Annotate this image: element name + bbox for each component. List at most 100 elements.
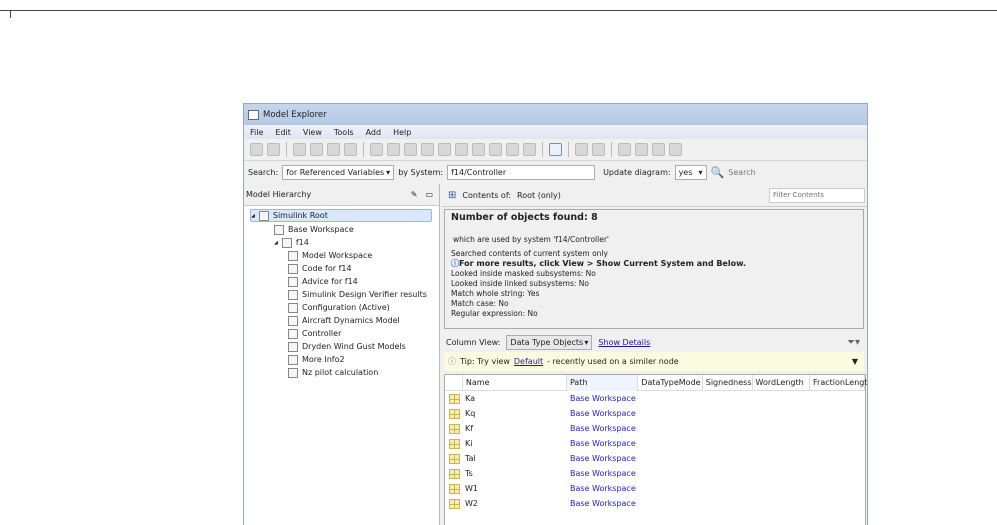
toolbar-button-icon[interactable] [506,143,519,156]
update-diagram-label: Update diagram: [603,167,671,177]
table-row[interactable]: Ts Base Workspace [445,466,865,481]
search-icon[interactable]: 🔍 [711,166,725,179]
tree-item-configuration-active-[interactable]: Configuration (Active) [288,301,390,314]
toolbar-button-icon[interactable] [652,143,665,156]
row-path[interactable]: Base Workspace [570,409,636,418]
hierarchy-icon: ⊞ [448,189,457,201]
toolbar-button-icon[interactable] [455,143,468,156]
system-input[interactable]: f14/Controller [447,164,596,180]
column-header-path[interactable]: Path [566,374,639,391]
toolbar-button-icon[interactable] [549,143,562,156]
table-row[interactable]: Ki Base Workspace [445,436,865,451]
toolbar-button-icon[interactable] [489,143,502,156]
toolbar-button-icon[interactable] [344,143,357,156]
tree-item-controller[interactable]: Controller [288,327,341,340]
row-path[interactable]: Base Workspace [570,439,636,448]
tree-item-label: Model Workspace [302,251,373,260]
variable-icon [449,453,460,464]
toolbar-button-icon[interactable] [250,143,263,156]
table-row[interactable]: W2 Base Workspace [445,496,865,511]
menu-file[interactable]: File [250,128,263,137]
tree-item-advice-for-f14[interactable]: Advice for f14 [288,275,358,288]
toolbar-button-icon[interactable] [635,143,648,156]
menu-help[interactable]: Help [393,128,411,137]
tree-item-simulink-design-verifier-results[interactable]: Simulink Design Verifier results [288,288,427,301]
menu-view[interactable]: View [303,128,322,137]
tree-node-icon [274,224,284,235]
tree-item-more-info2[interactable]: More Info2 [288,353,345,366]
column-view-select[interactable]: Data Type Objects ▾ [506,334,593,350]
table-row[interactable]: Kq Base Workspace [445,406,865,421]
filter-contents-input[interactable] [769,187,865,203]
variable-icon [449,483,460,494]
toolbar-button-icon[interactable] [618,143,631,156]
tree-node-icon [288,289,298,300]
table-row[interactable]: W1 Base Workspace [445,481,865,496]
tree-item-aircraft-dynamics-model[interactable]: Aircraft Dynamics Model [288,314,400,327]
table-header-spacer [445,374,463,391]
tree-node-icon [288,354,298,365]
row-path[interactable]: Base Workspace [570,394,636,403]
menu-edit[interactable]: Edit [275,128,291,137]
row-path[interactable]: Base Workspace [570,499,636,508]
toolbar-button-icon[interactable] [523,143,536,156]
table-header: Name Path DataTypeMode Signedness WordLength… [445,374,867,391]
column-header-name[interactable]: Name [463,374,567,391]
toolbar-button-icon[interactable] [669,143,682,156]
toolbar-button-icon[interactable] [472,143,485,156]
search-type-select[interactable]: for Referenced Variables ▾ [282,164,395,180]
row-name: Ki [465,439,473,448]
show-details-link[interactable]: Show Details [598,338,650,347]
toolbar-button-icon[interactable] [387,143,400,156]
toolbar [244,139,867,161]
variable-icon [449,468,460,479]
tree-item-dryden-wind-gust-models[interactable]: Dryden Wind Gust Models [288,340,406,353]
toolbar-button-icon[interactable] [293,143,306,156]
table-row[interactable]: Kf Base Workspace [445,421,865,436]
toolbar-button-icon[interactable] [421,143,434,156]
top-rule [0,10,997,11]
tree-item-code-for-f14[interactable]: Code for f14 [288,262,352,275]
tree-item-label: Controller [302,329,342,338]
search-button[interactable]: Search [728,168,755,177]
row-path[interactable]: Base Workspace [570,454,636,463]
toolbar-button-icon[interactable] [575,143,588,156]
toolbar-button-icon[interactable] [310,143,323,156]
column-header-wordlength[interactable]: WordLength [753,374,811,391]
toolbar-button-icon[interactable] [327,143,340,156]
column-header-datatypemode[interactable]: DataTypeMode [638,374,703,391]
expand-toggle-icon[interactable]: ◢ [251,213,255,219]
table-row[interactable]: Tal Base Workspace [445,451,865,466]
column-header-fractionlength[interactable]: FractionLength [810,374,867,391]
tree-item-model-workspace[interactable]: Model Workspace [288,249,372,262]
tree-node-icon [281,237,292,248]
link-icon[interactable]: ✎ [411,190,418,199]
toolbar-button-icon[interactable] [370,143,383,156]
row-path[interactable]: Base Workspace [570,469,636,478]
row-path[interactable]: Base Workspace [570,484,636,493]
toolbar-separator [568,142,569,157]
toolbar-button-icon[interactable] [592,143,605,156]
tree-item-base-workspace[interactable]: Base Workspace [274,223,354,236]
filter-icon[interactable]: ⏷▾ [847,337,860,348]
toolbar-button-icon[interactable] [404,143,417,156]
tree-item-f14[interactable]: ◢ f14 [274,236,309,249]
menu-add[interactable]: Add [366,128,382,137]
default-view-link[interactable]: Default [514,357,543,366]
view-icon[interactable]: ▭ [425,190,433,199]
tip-dropdown-icon[interactable]: ▼ [852,357,858,366]
tree-item-simulink-root[interactable]: ◢ Simulink Root [250,209,432,222]
chevron-down-icon: ▾ [584,337,589,347]
update-value: yes [678,167,693,177]
top-rule-mark [10,10,11,18]
tree-node-icon [288,276,298,287]
expand-toggle-icon[interactable]: ◢ [274,240,278,246]
table-row[interactable]: Ka Base Workspace [445,391,865,406]
column-header-signedness[interactable]: Signedness [703,374,753,391]
toolbar-button-icon[interactable] [267,143,280,156]
tree-item-nz-pilot-calculation[interactable]: Nz pilot calculation [288,366,378,379]
row-path[interactable]: Base Workspace [570,424,636,433]
menu-tools[interactable]: Tools [334,128,354,137]
update-diagram-select[interactable]: yes ▾ [674,164,707,180]
toolbar-button-icon[interactable] [438,143,451,156]
